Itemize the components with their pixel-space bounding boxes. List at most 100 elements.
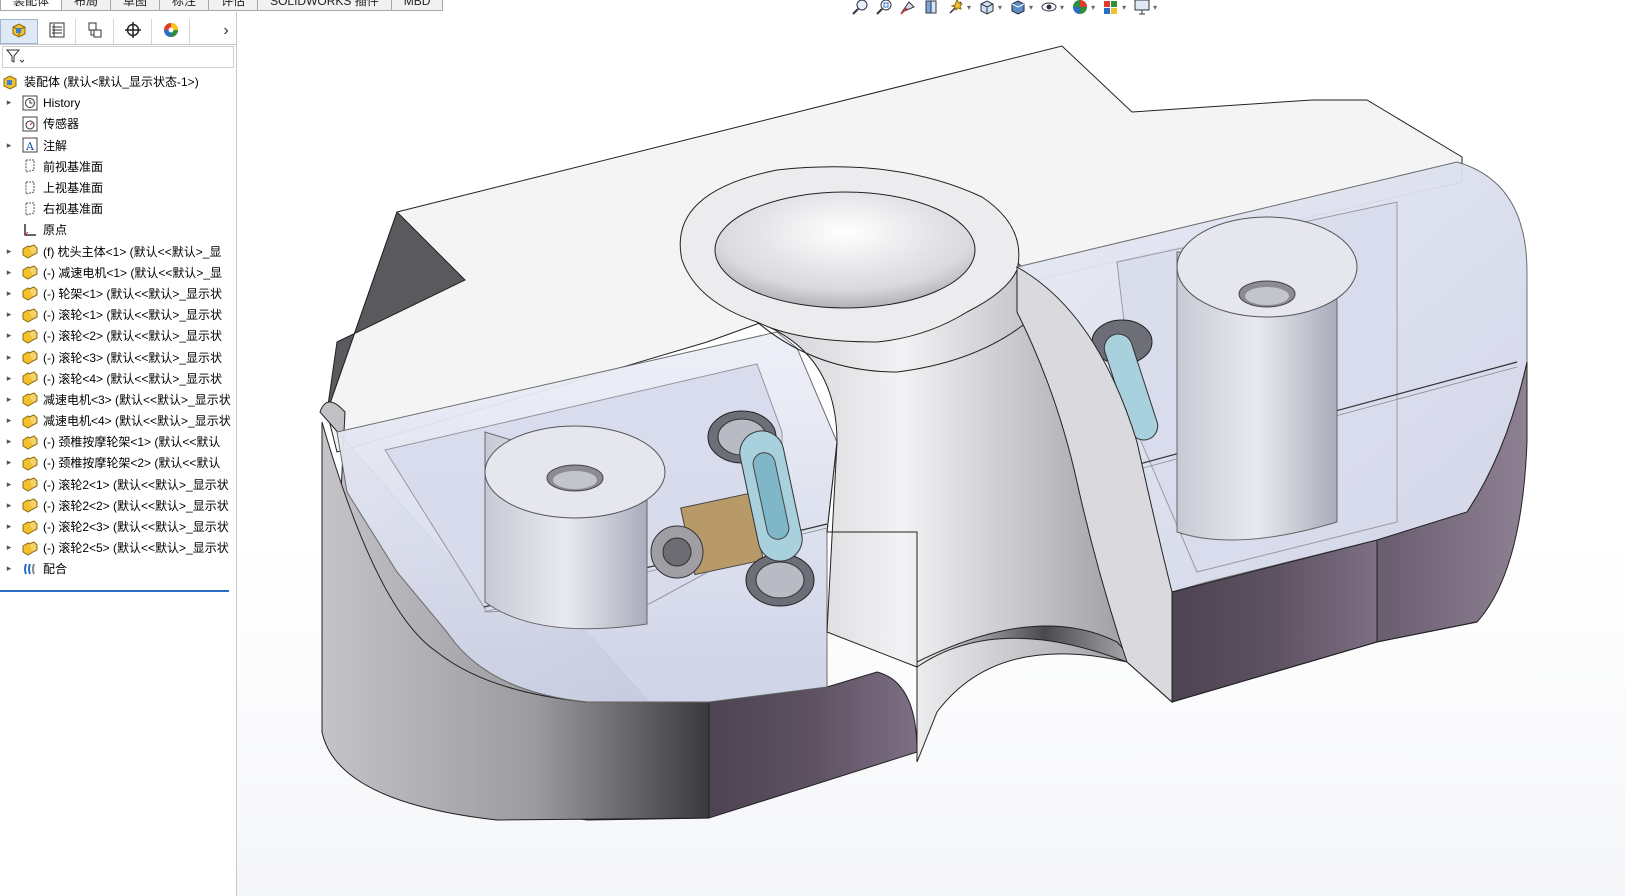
dropdown-arrow-icon[interactable]: ▾ [1091,3,1095,12]
tree-item[interactable]: ▸ (-) 颈椎按摩轮架<2> (默认<<默认 [0,452,237,473]
edit-appearance-icon[interactable] [1070,0,1090,16]
tab-0[interactable]: 装配体 [0,0,63,11]
assembly-icon [2,74,20,90]
part-icon [21,455,39,471]
tree-drop-indicator [0,590,229,592]
expand-arrow-icon[interactable]: ▸ [3,309,15,320]
tree-item[interactable]: 传感器 [0,113,237,134]
expand-arrow-icon[interactable]: ▸ [3,288,15,299]
tab-5[interactable]: SOLIDWORKS 插件 [257,0,392,11]
tree-filter[interactable] [2,46,234,68]
tree-root-assembly[interactable]: 装配体 (默认<默认_显示状态-1>) [0,71,237,92]
part-icon [21,476,39,492]
command-manager-tabs: 装配体 布局 草图 标注 评估 SOLIDWORKS 插件 MBD [0,0,444,12]
expand-arrow-icon[interactable]: ▸ [3,373,15,384]
tree-item[interactable]: ▸ (-) 滚轮2<5> (默认<<默认>_显示状 [0,537,237,558]
tree-item-label: (-) 滚轮2<3> (默认<<默认>_显示状 [43,520,229,535]
part-icon [21,434,39,450]
expand-arrow-icon[interactable]: ▸ [3,330,15,341]
plane-icon [21,158,39,174]
tree-item[interactable]: ▸ 减速电机<4> (默认<<默认>_显示状 [0,410,237,431]
dropdown-arrow-icon[interactable]: ▾ [1029,3,1033,12]
configuration-manager-tab[interactable] [76,18,114,44]
expand-arrow-icon[interactable]: ▸ [3,436,15,447]
tree-item[interactable]: ▸ (-) 滚轮<3> (默认<<默认>_显示状 [0,346,237,367]
tree-item[interactable]: ▸ 减速电机<3> (默认<<默认>_显示状 [0,389,237,410]
expand-arrow-icon[interactable]: ▸ [3,267,15,278]
tree-item[interactable]: ▸ (-) 滚轮2<3> (默认<<默认>_显示状 [0,516,237,537]
display-manager-tab[interactable] [152,18,190,44]
tree-item[interactable]: ▸ (-) 滚轮<4> (默认<<默认>_显示状 [0,368,237,389]
expand-arrow-icon[interactable]: ▸ [3,479,15,490]
tree-item-label: (f) 枕头主体<1> (默认<<默认>_显 [43,244,222,259]
dimxpert-icon [124,21,142,42]
expand-arrow-icon[interactable]: ▸ [3,457,15,468]
tab-3[interactable]: 标注 [159,0,210,11]
view-settings-icon[interactable] [1132,0,1152,16]
tree-item[interactable]: 上视基准面 [0,177,237,198]
expand-arrow-icon[interactable]: ▸ [3,140,15,151]
tree-item[interactable]: 前视基准面 [0,156,237,177]
tab-6[interactable]: MBD [390,0,444,11]
tree-item[interactable]: ▸ (-) 颈椎按摩轮架<1> (默认<<默认 [0,431,237,452]
tree-item[interactable]: ▸ (f) 枕头主体<1> (默认<<默认>_显 [0,241,237,262]
part-icon [21,328,39,344]
dynamic-annotation-icon[interactable] [946,0,966,16]
expand-arrow-icon[interactable]: ▸ [3,500,15,511]
dimxpert-tab[interactable] [114,18,152,44]
display-style-icon[interactable] [1008,0,1028,16]
tree-item-label: (-) 颈椎按摩轮架<2> (默认<<默认 [43,456,221,471]
tree-item[interactable]: ▸ History [0,92,237,113]
expand-arrow-icon[interactable]: ▸ [3,415,15,426]
tree-item[interactable]: ▸ (-) 轮架<1> (默认<<默认>_显示状 [0,283,237,304]
tree-item-label: 传感器 [43,117,80,132]
heads-up-toolbar: ▾ ▾ ▾ ▾ ▾ ▾ ▾ [850,0,1159,18]
assembly-model-view[interactable] [237,12,1625,896]
view-orientation-icon[interactable] [977,0,997,16]
tree-item[interactable]: 原点 [0,219,237,240]
tree-item[interactable]: 右视基准面 [0,198,237,219]
tab-4[interactable]: 评估 [208,0,259,11]
tree-item-label: (-) 滚轮<2> (默认<<默认>_显示状 [43,329,223,344]
tree-item[interactable]: ▸ (-) 滚轮<1> (默认<<默认>_显示状 [0,304,237,325]
expand-arrow-icon[interactable]: ▸ [3,246,15,257]
graphics-area[interactable] [237,12,1625,896]
section-view-icon[interactable] [922,0,942,16]
dropdown-arrow-icon[interactable]: ▾ [1060,3,1064,12]
zoom-to-area-icon[interactable] [874,0,894,16]
zoom-to-fit-icon[interactable] [850,0,870,16]
part-icon [21,391,39,407]
apply-scene-icon[interactable] [1101,0,1121,16]
plane-icon [21,180,39,196]
tree-item-label: 配合 [43,562,68,577]
tree-item[interactable]: ▸ (-) 滚轮2<2> (默认<<默认>_显示状 [0,495,237,516]
tab-2[interactable]: 草图 [110,0,161,11]
expand-arrow-icon[interactable]: ▸ [3,352,15,363]
feature-tree: 装配体 (默认<默认_显示状态-1>) ▸ History 传感器 ▸ A 注解 前视基准面… [0,71,237,580]
property-manager-tab[interactable] [38,18,76,44]
part-icon [21,519,39,535]
tree-item-label: 减速电机<4> (默认<<默认>_显示状 [43,414,231,429]
tree-item[interactable]: ▸ 配合 [0,558,237,579]
tree-item-label: 原点 [43,223,68,238]
chevron-right-icon[interactable]: › [215,22,237,40]
expand-arrow-icon[interactable]: ▸ [3,394,15,405]
feature-manager-icon [10,21,28,42]
dropdown-arrow-icon[interactable]: ▾ [967,3,971,12]
tree-item[interactable]: ▸ A 注解 [0,135,237,156]
expand-arrow-icon[interactable]: ▸ [3,563,15,574]
hide-show-items-icon[interactable] [1039,0,1059,16]
previous-view-icon[interactable] [898,0,918,16]
tab-1[interactable]: 布局 [61,0,112,11]
dropdown-arrow-icon[interactable]: ▾ [1153,3,1157,12]
dropdown-arrow-icon[interactable]: ▾ [1122,3,1126,12]
feature-manager-panel: › 装配体 (默认<默认_显示状态-1>) ▸ History 传感器 ▸ A 注解 前视基… [0,12,237,896]
expand-arrow-icon[interactable]: ▸ [3,521,15,532]
feature-manager-tab[interactable] [0,18,38,44]
tree-item[interactable]: ▸ (-) 减速电机<1> (默认<<默认>_显 [0,262,237,283]
expand-arrow-icon[interactable]: ▸ [3,97,15,108]
dropdown-arrow-icon[interactable]: ▾ [998,3,1002,12]
tree-item[interactable]: ▸ (-) 滚轮2<1> (默认<<默认>_显示状 [0,474,237,495]
tree-item[interactable]: ▸ (-) 滚轮<2> (默认<<默认>_显示状 [0,325,237,346]
expand-arrow-icon[interactable]: ▸ [3,542,15,553]
